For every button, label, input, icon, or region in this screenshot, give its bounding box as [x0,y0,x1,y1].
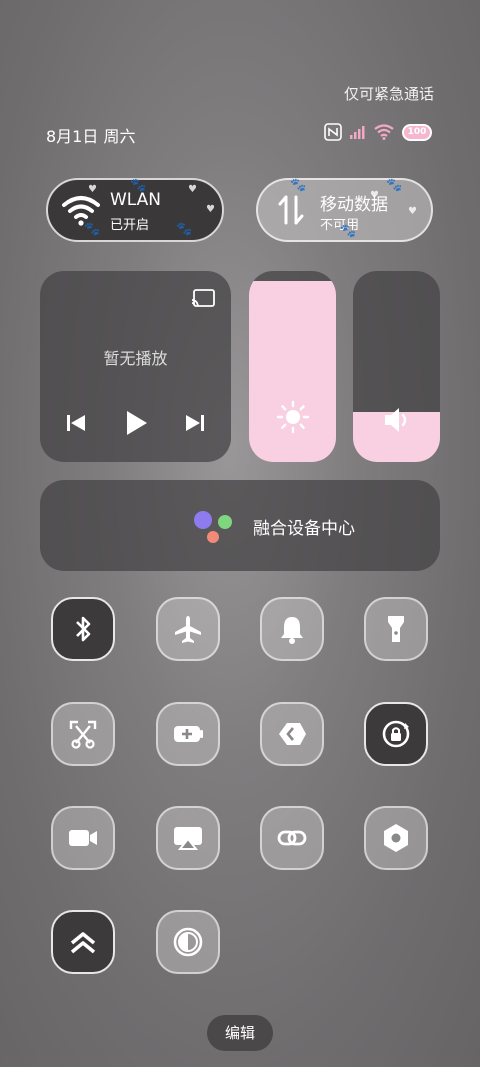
paw-decoration: 🐾 [290,178,307,193]
fusion-dots-icon [194,511,232,543]
date-label: 8月1日 周六 [46,127,136,146]
bluetooth-toggle[interactable] [51,597,115,661]
screen-cast-toggle[interactable] [156,806,220,870]
brightness-slider[interactable] [249,271,336,462]
battery-saver-toggle[interactable] [156,702,220,766]
signal-icon [350,126,365,139]
next-icon[interactable] [181,409,209,437]
bluetooth-icon [76,616,91,642]
screen-cast-icon [174,827,202,850]
airplane-mode-toggle[interactable] [156,597,220,661]
paw-decoration: 🐾 [386,178,403,193]
volume-slider[interactable] [353,271,440,462]
paw-decoration: 🐾 [176,222,193,237]
dark-mode-icon [173,927,203,957]
screenshot-icon [69,720,97,749]
sound-mode-toggle[interactable] [260,597,324,661]
performance-mode-toggle[interactable] [51,910,115,974]
airplane-mode-icon [175,616,201,643]
link-toggle[interactable] [260,806,324,870]
link-icon [277,830,307,846]
play-icon[interactable] [121,409,149,437]
screen-recorder-icon [69,830,97,846]
wlan-title: WLAN [110,190,162,210]
media-player: 暂无播放 [40,271,231,462]
auto-rotate-lock-icon [382,720,410,748]
paw-decoration: ♥ [408,206,417,217]
sun-icon [276,400,309,434]
previous-icon[interactable] [62,409,90,437]
media-status: 暂无播放 [103,349,168,368]
wlan-status: 已开启 [110,218,150,233]
nearby-share-icon [279,723,306,745]
fusion-label: 融合设备中心 [253,519,355,539]
edit-button[interactable]: 编辑 [207,1015,273,1051]
sound-mode-icon [281,617,303,644]
auto-rotate-lock-toggle[interactable] [364,702,428,766]
paw-decoration: ♥ [88,184,97,195]
battery-indicator: 100 [402,123,432,141]
nfc-settings-icon [384,824,408,852]
dark-mode-toggle[interactable] [156,910,220,974]
speaker-icon [384,408,406,432]
paw-decoration: ♥ [206,204,215,215]
flashlight-icon [388,616,404,642]
paw-decoration: 🐾 [340,224,357,239]
nfc-icon [324,123,342,141]
battery-saver-icon [174,726,203,742]
fusion-device-center[interactable]: 融合设备中心 [40,480,440,571]
mobile-data-toggle[interactable]: 移动数据 不可用 🐾 🐾 🐾 ♥ ♥ [256,178,433,242]
nearby-share-toggle[interactable] [260,702,324,766]
screenshot-toggle[interactable] [51,702,115,766]
paw-decoration: ♥ [188,184,197,195]
flashlight-toggle[interactable] [364,597,428,661]
status-icons: 100 [324,121,432,143]
nfc-settings-toggle[interactable] [364,806,428,870]
cast-icon[interactable] [191,289,215,309]
wlan-toggle[interactable]: WLAN 已开启 ♥ 🐾 🐾 🐾 ♥ ♥ [46,178,224,242]
data-transfer-icon [278,195,304,225]
paw-decoration: 🐾 [130,178,147,193]
emergency-call-text: 仅可紧急通话 [343,85,434,103]
performance-mode-icon [70,932,96,954]
paw-decoration: 🐾 [84,222,101,237]
screen-recorder-toggle[interactable] [51,806,115,870]
wifi-status-icon [374,124,394,140]
paw-decoration: ♥ [370,190,379,201]
